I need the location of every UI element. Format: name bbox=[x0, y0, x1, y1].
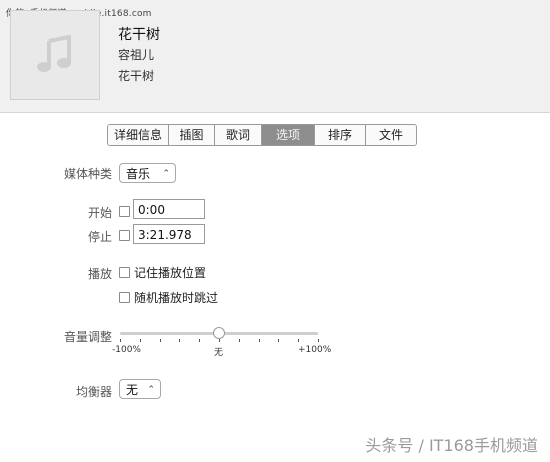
media-kind-select[interactable]: 音乐 ⌃︎ bbox=[119, 163, 176, 183]
tab-file[interactable]: 文件 bbox=[366, 125, 416, 145]
volume-tick bbox=[278, 339, 279, 342]
bottom-watermark: 头条号 / IT168手机频道 bbox=[365, 436, 538, 455]
tab-bar: 详细信息 插图 歌词 选项 排序 文件 bbox=[107, 124, 417, 146]
tab-lyrics[interactable]: 歌词 bbox=[215, 125, 262, 145]
tab-sorting[interactable]: 排序 bbox=[315, 125, 366, 145]
volume-tick bbox=[318, 339, 319, 342]
stop-label: 停止 bbox=[87, 230, 112, 244]
volume-tick bbox=[259, 339, 260, 342]
updown-chevron-icon: ⌃︎ bbox=[162, 169, 170, 179]
skip-shuffle-label: 随机播放时跳过 bbox=[134, 291, 219, 305]
volume-tick bbox=[179, 339, 180, 342]
volume-mid-label: 无 bbox=[214, 348, 224, 358]
equalizer-select[interactable]: 无 ⌃︎ bbox=[119, 379, 161, 399]
volume-tick bbox=[160, 339, 161, 342]
volume-tick bbox=[120, 339, 121, 342]
volume-max-label: +100% bbox=[298, 345, 332, 355]
volume-tick bbox=[219, 339, 220, 342]
music-note-icon bbox=[37, 35, 71, 72]
media-kind-label: 媒体种类 bbox=[63, 167, 112, 181]
tab-options[interactable]: 选项 bbox=[262, 125, 315, 145]
volume-tick bbox=[140, 339, 141, 342]
song-title: 花干树 bbox=[118, 27, 160, 43]
volume-tick bbox=[199, 339, 200, 342]
remember-position-checkbox[interactable] bbox=[119, 267, 130, 278]
playback-label: 播放 bbox=[87, 267, 112, 281]
equalizer-label: 均衡器 bbox=[75, 385, 112, 399]
media-kind-value: 音乐 bbox=[126, 167, 151, 181]
start-time-field[interactable]: 0:00 bbox=[133, 199, 205, 219]
volume-tick bbox=[239, 339, 240, 342]
volume-slider-thumb[interactable] bbox=[213, 327, 225, 339]
start-checkbox[interactable] bbox=[119, 206, 130, 217]
volume-min-label: -100% bbox=[112, 345, 141, 355]
updown-chevron-icon: ⌃︎ bbox=[147, 385, 155, 395]
song-album: 花干树 bbox=[118, 69, 155, 83]
album-artwork bbox=[10, 10, 100, 100]
stop-checkbox[interactable] bbox=[119, 230, 130, 241]
remember-position-label: 记住播放位置 bbox=[134, 266, 207, 280]
song-header: 你的•手机频道 mobile.it168.com 花干树 容祖儿 花干树 bbox=[0, 0, 550, 113]
tab-artwork[interactable]: 插图 bbox=[169, 125, 215, 145]
song-artist: 容祖儿 bbox=[118, 48, 155, 62]
stop-time-field[interactable]: 3:21.978 bbox=[133, 224, 205, 244]
tab-details[interactable]: 详细信息 bbox=[108, 125, 169, 145]
skip-shuffle-checkbox[interactable] bbox=[119, 292, 130, 303]
start-label: 开始 bbox=[87, 206, 112, 220]
volume-tick bbox=[298, 339, 299, 342]
equalizer-value: 无 bbox=[126, 383, 139, 397]
volume-label: 音量调整 bbox=[63, 330, 112, 344]
